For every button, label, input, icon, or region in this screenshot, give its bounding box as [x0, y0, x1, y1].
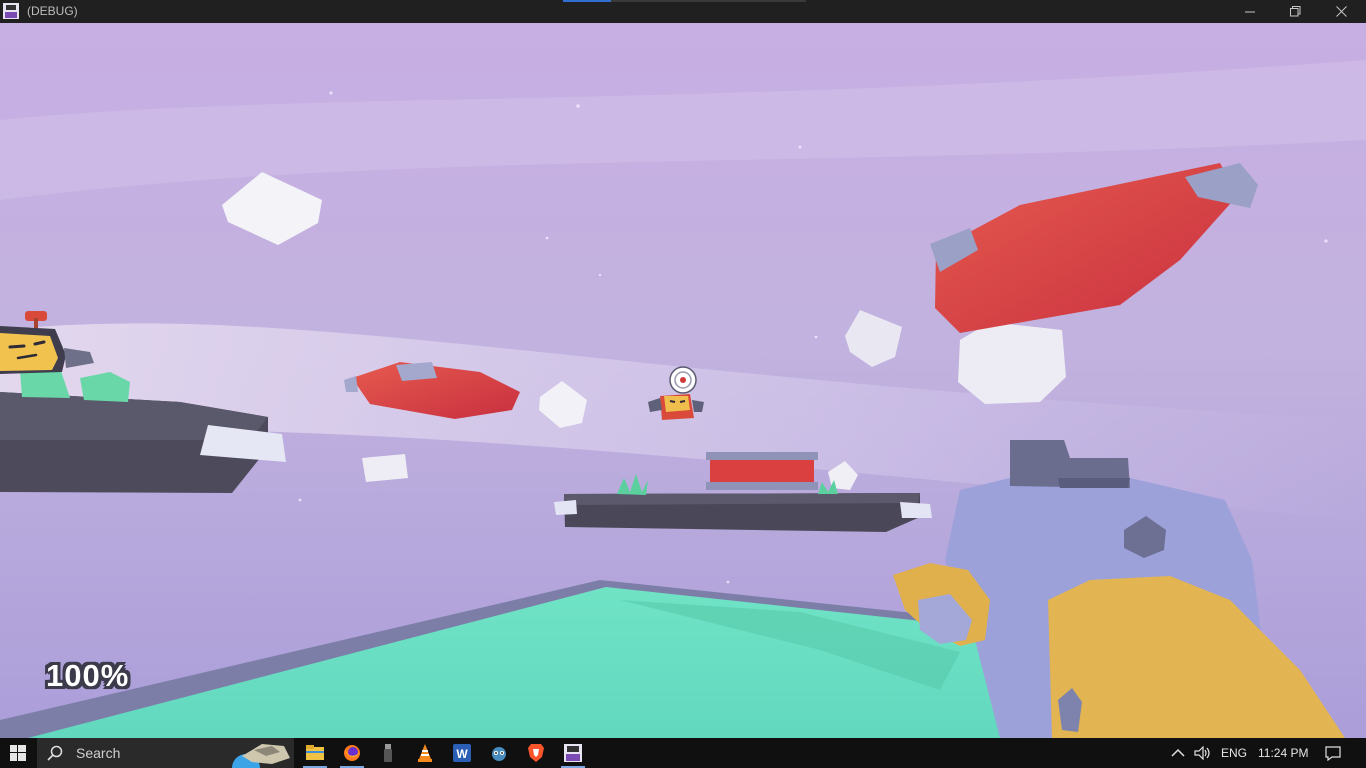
- window-title: (DEBUG): [27, 4, 78, 18]
- taskbar-usb-tool[interactable]: [370, 738, 406, 768]
- language-label: ENG: [1221, 746, 1248, 760]
- taskbar-file-explorer[interactable]: [297, 738, 333, 768]
- minimize-button[interactable]: [1227, 0, 1273, 23]
- platform-bracket: [900, 502, 932, 518]
- folder-icon: [306, 745, 324, 760]
- window-title-bar: (DEBUG): [0, 0, 1366, 23]
- firefox-icon: [344, 745, 360, 761]
- taskbar-godot[interactable]: [481, 738, 517, 768]
- game-app-icon: [564, 744, 582, 762]
- restore-icon: [1289, 6, 1300, 17]
- crate-base: [706, 482, 818, 490]
- notification-icon: [1325, 745, 1341, 761]
- title-progress-accent: [563, 0, 611, 2]
- clock[interactable]: 11:24 PM: [1258, 738, 1308, 768]
- crate-lid: [706, 452, 818, 460]
- language-indicator[interactable]: ENG: [1221, 738, 1247, 768]
- speaker-icon: [1194, 746, 1210, 760]
- game-viewport[interactable]: 100%: [0, 23, 1366, 738]
- word-icon: W: [453, 744, 471, 762]
- clock-time: 11:24 PM: [1258, 746, 1309, 760]
- restore-button[interactable]: [1272, 0, 1318, 23]
- vlc-cone-icon: [418, 744, 432, 762]
- close-icon: [1335, 6, 1347, 17]
- windows-icon: [10, 745, 26, 761]
- floating-cube: [958, 322, 1066, 404]
- minimize-icon: [1244, 11, 1255, 13]
- taskbar-brave[interactable]: [518, 738, 554, 768]
- close-button[interactable]: [1318, 0, 1364, 23]
- taskbar-game-debug[interactable]: [555, 738, 591, 768]
- notifications-button[interactable]: [1325, 738, 1341, 768]
- health-percentage: 100%: [46, 658, 130, 693]
- chevron-up-icon: [1171, 748, 1185, 757]
- taskbar-vlc[interactable]: [407, 738, 443, 768]
- platform-bracket: [554, 500, 577, 515]
- crosshair: [669, 366, 697, 394]
- taskbar: Search W ENG 11:24 PM: [0, 738, 1366, 768]
- search-highlight-art: [232, 738, 294, 768]
- floating-cube: [362, 454, 408, 482]
- game-scene: [0, 23, 1366, 738]
- taskbar-firefox[interactable]: [334, 738, 370, 768]
- taskbar-word[interactable]: W: [444, 738, 480, 768]
- volume-button[interactable]: [1194, 738, 1212, 768]
- usb-drive-icon: [384, 744, 392, 762]
- middle-platform-top: [564, 493, 920, 505]
- taskbar-search[interactable]: Search: [37, 738, 294, 768]
- godot-icon: [492, 747, 506, 761]
- search-placeholder: Search: [76, 745, 121, 761]
- svg-text:W: W: [456, 747, 468, 761]
- show-hidden-icons-button[interactable]: [1171, 738, 1185, 768]
- app-icon: [3, 3, 19, 19]
- title-progress-track: [611, 0, 806, 2]
- crate-bracket: [396, 362, 437, 381]
- start-button[interactable]: [0, 738, 36, 768]
- brave-lion-icon: [528, 744, 544, 762]
- search-icon: [47, 745, 63, 761]
